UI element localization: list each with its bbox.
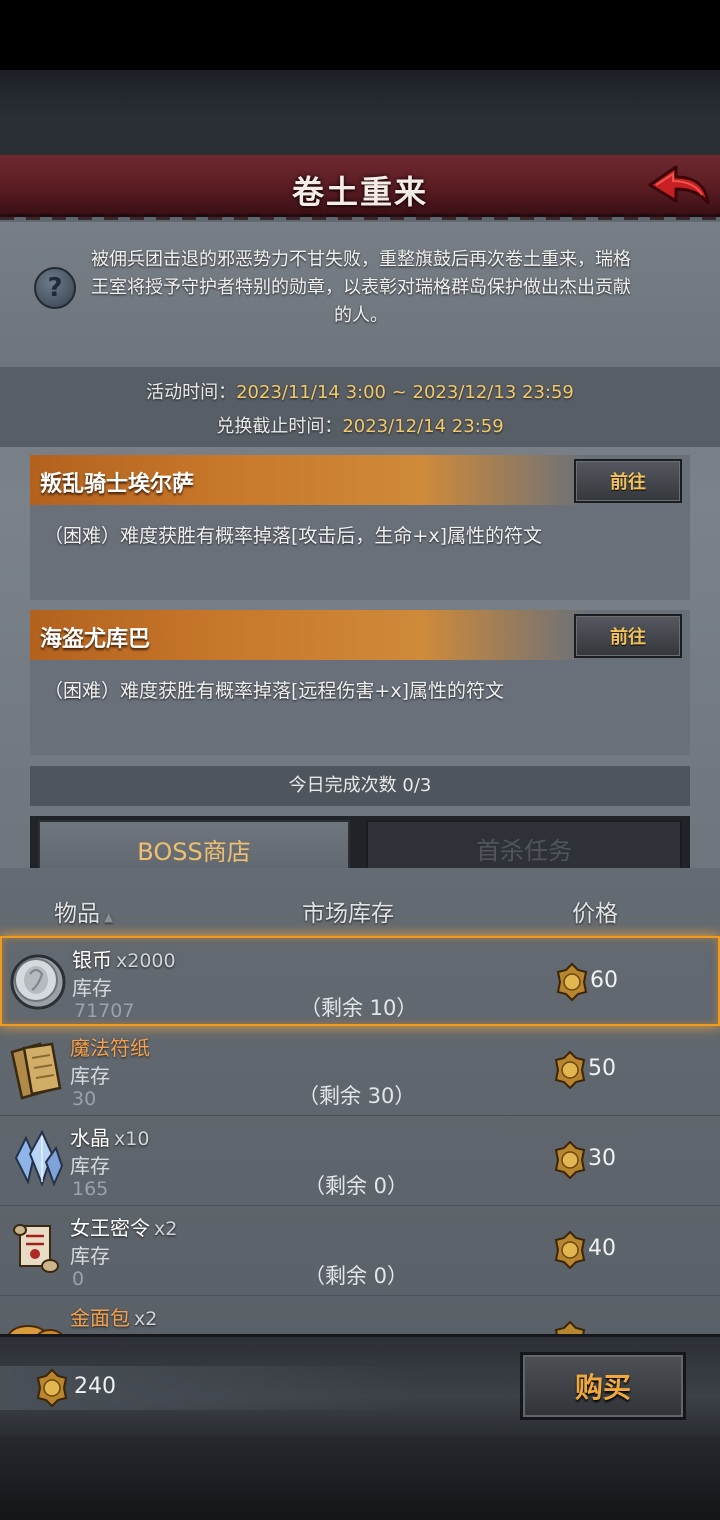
market-remaining: （剩余 10） bbox=[300, 996, 418, 1020]
stock-value: 165 bbox=[72, 1178, 109, 1200]
boss-drop-description: （困难）难度获胜有概率掉落[远程伤害+x]属性的符文 bbox=[44, 680, 504, 702]
item-name-text: 魔法符纸 bbox=[70, 1036, 150, 1060]
exchange-deadline: 兑换截止时间：2023/12/14 23:59 bbox=[0, 412, 720, 438]
item-name: 水晶 x10 bbox=[70, 1122, 149, 1151]
item-qty: x10 bbox=[114, 1128, 150, 1150]
wallet-amount: 240 bbox=[74, 1374, 116, 1399]
item-name-text: 金面包 bbox=[70, 1306, 130, 1330]
column-header-price: 价格 bbox=[572, 901, 618, 927]
column-header-stock: 市场库存 bbox=[302, 901, 394, 927]
boss-card: 海盗尤库巴 前往 （困难）难度获胜有概率掉落[远程伤害+x]属性的符文 bbox=[30, 610, 690, 755]
shop-row[interactable]: 金面包 x2 bbox=[0, 1296, 720, 1334]
item-price: 60 bbox=[590, 968, 618, 993]
golden-bread-icon bbox=[8, 1325, 63, 1334]
medal-coin-icon bbox=[554, 1050, 586, 1090]
boss-card-header: 海盗尤库巴 bbox=[30, 610, 590, 660]
page-title: 卷土重来 bbox=[291, 173, 428, 211]
stock-value: 71707 bbox=[74, 1000, 135, 1022]
boss-card-header: 叛乱骑士埃尔萨 bbox=[30, 455, 590, 505]
shop-row[interactable]: 女王密令 x2 库存 0 （剩余 0） 40 bbox=[0, 1206, 720, 1296]
item-name: 女王密令 x2 bbox=[70, 1212, 177, 1241]
stock-value: 0 bbox=[72, 1268, 85, 1290]
game-screen: 卷土重来 ? 被佣兵团击退的邪恶势力不甘失败，重整旗鼓后再次卷土重来，瑞格王室将… bbox=[0, 0, 720, 1520]
item-name-text: 银币 bbox=[72, 948, 112, 972]
status-bar-area bbox=[0, 0, 720, 70]
medal-coin-icon bbox=[554, 1140, 586, 1180]
item-price: 40 bbox=[588, 1236, 616, 1261]
shop-list[interactable]: 物品 ▲ 市场库存 价格 银币 x2000 库存 71707 （剩余 10） 60 bbox=[0, 868, 720, 1334]
daily-completion: 今日完成次数 0/3 bbox=[30, 766, 690, 806]
boss-name: 海盗尤库巴 bbox=[40, 627, 151, 652]
silver-coin-icon bbox=[10, 954, 66, 1010]
market-remaining: （剩余 0） bbox=[304, 1264, 409, 1288]
buy-button[interactable]: 购买 bbox=[520, 1352, 686, 1420]
item-qty: x2 bbox=[134, 1308, 158, 1330]
stock-label: 库存 bbox=[70, 1244, 110, 1268]
item-name: 金面包 x2 bbox=[70, 1302, 157, 1331]
tab-bar: BOSS商店 首杀任务 bbox=[30, 816, 690, 876]
column-item-label: 物品 bbox=[54, 901, 100, 927]
item-name-text: 水晶 bbox=[70, 1126, 110, 1150]
medal-coin-icon bbox=[554, 1230, 586, 1270]
medal-coin-icon bbox=[554, 1320, 586, 1334]
market-remaining: （剩余 0） bbox=[304, 1174, 409, 1198]
item-qty: x2000 bbox=[116, 950, 176, 972]
stock-label: 库存 bbox=[72, 976, 112, 1000]
event-description: 被佣兵团击退的邪恶势力不甘失败，重整旗鼓后再次卷土重来，瑞格王室将授予守护者特别… bbox=[91, 249, 631, 326]
market-remaining: （剩余 30） bbox=[298, 1084, 416, 1108]
crystal-icon bbox=[14, 1129, 64, 1187]
back-arrow-icon[interactable] bbox=[646, 161, 712, 213]
item-name-text: 女王密令 bbox=[70, 1216, 150, 1240]
go-button[interactable]: 前往 bbox=[574, 459, 682, 503]
shop-row[interactable]: 水晶 x10 库存 165 （剩余 0） 30 bbox=[0, 1116, 720, 1206]
boss-card: 叛乱骑士埃尔萨 前往 （困难）难度获胜有概率掉落[攻击后，生命+x]属性的符文 bbox=[30, 455, 690, 600]
queen-decree-icon bbox=[13, 1224, 59, 1273]
event-time-value: 2023/11/14 3:00 ~ 2023/12/13 23:59 bbox=[236, 382, 574, 403]
sort-arrow-icon: ▲ bbox=[104, 910, 114, 924]
title-banner: 卷土重来 bbox=[0, 155, 720, 220]
medal-coin-icon bbox=[36, 1368, 68, 1408]
shop-row[interactable]: 银币 x2000 库存 71707 （剩余 10） 60 bbox=[0, 936, 720, 1026]
daily-value: 0/3 bbox=[402, 775, 432, 796]
item-price: 30 bbox=[588, 1146, 616, 1171]
item-name: 银币 x2000 bbox=[72, 944, 176, 973]
event-time: 活动时间：2023/11/14 3:00 ~ 2023/12/13 23:59 bbox=[0, 378, 720, 404]
help-question-icon[interactable]: ? bbox=[34, 267, 76, 309]
shop-row[interactable]: 魔法符纸 库存 30 （剩余 30） 50 bbox=[0, 1026, 720, 1116]
exchange-deadline-value: 2023/12/14 23:59 bbox=[342, 416, 504, 437]
boss-name: 叛乱骑士埃尔萨 bbox=[40, 472, 195, 497]
go-button[interactable]: 前往 bbox=[574, 614, 682, 658]
item-name: 魔法符纸 bbox=[70, 1032, 154, 1061]
stock-label: 库存 bbox=[70, 1154, 110, 1178]
item-qty: x2 bbox=[154, 1218, 178, 1240]
column-header-item[interactable]: 物品 ▲ bbox=[54, 894, 113, 928]
medal-coin-icon bbox=[556, 962, 588, 1002]
magic-paper-icon bbox=[10, 1042, 62, 1100]
stock-value: 30 bbox=[72, 1088, 97, 1110]
stock-label: 库存 bbox=[70, 1064, 110, 1088]
daily-label: 今日完成次数 bbox=[288, 775, 397, 796]
boss-drop-description: （困难）难度获胜有概率掉落[攻击后，生命+x]属性的符文 bbox=[44, 525, 542, 547]
item-price: 50 bbox=[588, 1056, 616, 1081]
event-time-label: 活动时间： bbox=[146, 382, 237, 403]
exchange-deadline-label: 兑换截止时间： bbox=[216, 416, 343, 437]
